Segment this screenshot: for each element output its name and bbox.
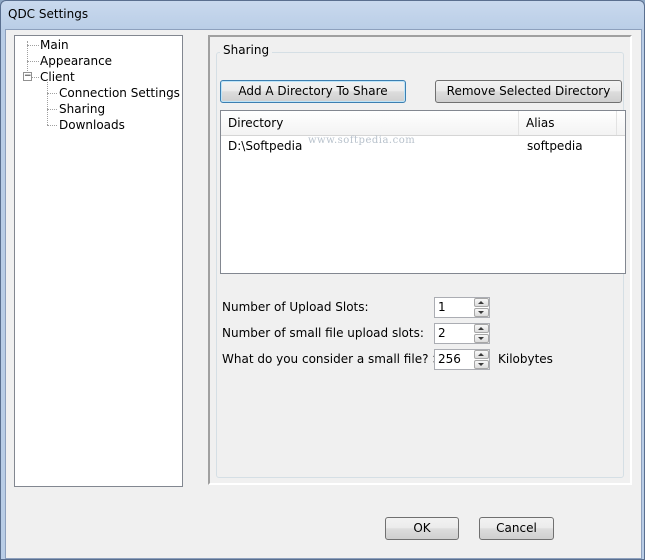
settings-tree[interactable]: − Main Appearance Client Connection Sett… — [14, 35, 183, 487]
tree-item-sharing[interactable]: Sharing — [59, 101, 105, 117]
ok-button[interactable]: OK — [385, 517, 459, 540]
shared-directories-list[interactable]: Directory Alias D:\Softpedia softpedia — [220, 110, 626, 274]
upload-slots-label: Number of Upload Slots: — [222, 300, 369, 314]
tree-item-client[interactable]: Client — [40, 69, 75, 85]
tree-item-main[interactable]: Main — [40, 37, 69, 53]
tree-connector — [27, 45, 39, 46]
kilobytes-unit-label: Kilobytes — [498, 352, 553, 366]
column-header-alias[interactable]: Alias — [519, 111, 617, 135]
upload-slots-value[interactable]: 1 — [438, 300, 446, 315]
remove-directory-button[interactable]: Remove Selected Directory — [435, 80, 622, 103]
arrow-up-icon — [478, 301, 484, 304]
collapse-toggle-icon[interactable]: − — [23, 72, 32, 81]
spin-up-button[interactable] — [474, 324, 489, 333]
directory-cell: D:\Softpedia — [228, 139, 303, 153]
small-file-size-value[interactable]: 256 — [438, 352, 461, 367]
tree-connector — [47, 109, 57, 110]
spin-up-button[interactable] — [474, 298, 489, 307]
sharing-group-label: Sharing — [220, 42, 273, 58]
list-header: Directory Alias — [221, 111, 625, 136]
spin-up-button[interactable] — [474, 350, 489, 359]
tree-connector — [47, 93, 57, 94]
small-file-slots-spinner[interactable]: 2 — [434, 323, 490, 344]
arrow-up-icon — [478, 327, 484, 330]
window-title: QDC Settings — [8, 7, 89, 21]
spin-down-button[interactable] — [474, 360, 489, 369]
tree-connector — [27, 61, 39, 62]
watermark-text: www.softpedia.com — [308, 135, 416, 146]
tree-item-downloads[interactable]: Downloads — [59, 117, 125, 133]
tree-item-connection-settings[interactable]: Connection Settings — [59, 85, 180, 101]
arrow-up-icon — [478, 353, 484, 356]
tree-connector — [47, 82, 48, 125]
add-directory-button[interactable]: Add A Directory To Share — [220, 80, 406, 103]
spin-down-button[interactable] — [474, 308, 489, 317]
arrow-down-icon — [478, 311, 484, 314]
alias-cell: softpedia — [527, 139, 583, 153]
small-file-size-spinner[interactable]: 256 — [434, 349, 490, 370]
dialog-client-area: − Main Appearance Client Connection Sett… — [5, 29, 642, 559]
arrow-down-icon — [478, 363, 484, 366]
arrow-down-icon — [478, 337, 484, 340]
table-row[interactable]: D:\Softpedia softpedia — [221, 136, 625, 156]
small-file-size-label: What do you consider a small file? >>> — [222, 352, 463, 366]
cancel-button[interactable]: Cancel — [479, 517, 554, 540]
sharing-panel: Sharing Add A Directory To Share Remove … — [208, 35, 632, 485]
small-file-slots-label: Number of small file upload slots: — [222, 326, 424, 340]
small-file-slots-value[interactable]: 2 — [438, 326, 446, 341]
upload-slots-spinner[interactable]: 1 — [434, 297, 490, 318]
tree-connector — [47, 125, 57, 126]
tree-connector — [32, 77, 39, 78]
tree-item-appearance[interactable]: Appearance — [40, 53, 112, 69]
title-bar[interactable]: QDC Settings — [1, 1, 644, 27]
spin-down-button[interactable] — [474, 334, 489, 343]
column-header-directory[interactable]: Directory — [221, 111, 519, 135]
settings-window: QDC Settings − Main Appearance Client Co… — [0, 0, 645, 560]
